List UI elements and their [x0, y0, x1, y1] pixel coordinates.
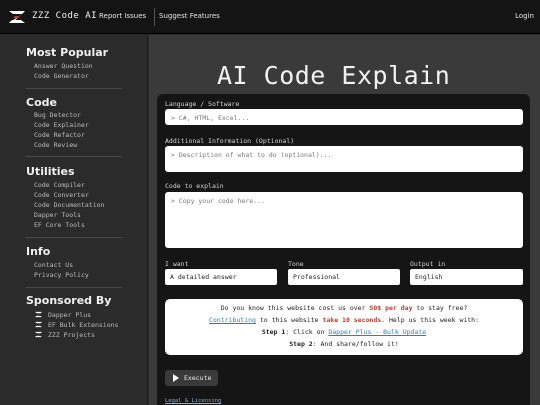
sidebar-item-privacy-policy[interactable]: Privacy Policy [34, 271, 89, 279]
execute-label: Execute [184, 374, 212, 382]
top-navbar: ZZZ Code AI Report Issues Suggest Featur… [0, 0, 540, 34]
dapper-plus-bulk-update-link[interactable]: Dapper Plus - Bulk Update [328, 328, 426, 336]
notice-line-4: Step 2: And share/follow it! [289, 340, 399, 348]
notice-line-1: Do you know this website cost us over 50… [220, 304, 468, 312]
language-input[interactable]: > C#, HTML, Excel... [165, 109, 523, 125]
sidebar-item-code-review[interactable]: Code Review [34, 141, 77, 149]
legal-licensing-link[interactable]: Legal & Licensing [165, 398, 221, 404]
section-title-code: Code [26, 96, 57, 109]
want-select[interactable]: A detailed answer [165, 269, 277, 285]
nav-divider [154, 8, 155, 26]
sidebar-item-code-generator[interactable]: Code Generator [34, 72, 89, 80]
main-content: AI Code Explain Language / Software > C#… [149, 35, 540, 405]
sidebar: Most Popular Answer Question Code Genera… [0, 35, 148, 405]
sponsor-ef-bulk-extensions[interactable]: EF Bulk Extensions [48, 321, 118, 329]
login-link[interactable]: Login [515, 12, 534, 20]
zzz-logo-icon [35, 321, 42, 328]
zzz-logo-icon [35, 311, 42, 318]
zzz-logo-icon [35, 331, 42, 338]
sidebar-item-code-converter[interactable]: Code Converter [34, 191, 89, 199]
sponsor-dapper-plus[interactable]: Dapper Plus [48, 311, 91, 319]
sidebar-item-code-refactor[interactable]: Code Refactor [34, 131, 85, 139]
sidebar-item-contact-us[interactable]: Contact Us [34, 261, 73, 269]
output-select[interactable]: English [410, 269, 523, 285]
sponsor-zzz-projects[interactable]: ZZZ Projects [48, 331, 95, 339]
sidebar-item-code-compiler[interactable]: Code Compiler [34, 181, 85, 189]
play-icon [173, 374, 179, 382]
tone-select[interactable]: Professional [288, 269, 400, 285]
code-textarea[interactable]: > Copy your code here... [165, 192, 523, 248]
section-divider [26, 88, 122, 89]
sidebar-item-dapper-tools[interactable]: Dapper Tools [34, 211, 81, 219]
nav-report-issues[interactable]: Report Issues [99, 12, 146, 20]
output-label: Output in [410, 260, 446, 268]
code-label: Code to explain [165, 182, 224, 190]
section-title-utilities: Utilities [26, 165, 75, 178]
page-title: AI Code Explain [217, 61, 451, 90]
notice-line-3: Step 1: Click on Dapper Plus - Bulk Upda… [261, 328, 427, 336]
sidebar-item-code-explainer[interactable]: Code Explainer [34, 121, 89, 129]
contributing-link[interactable]: Contributing [209, 316, 256, 324]
section-divider [26, 237, 122, 238]
nav-suggest-features[interactable]: Suggest Features [159, 12, 220, 20]
tone-label: Tone [288, 260, 304, 268]
want-label: I want [165, 260, 189, 268]
additional-info-label: Additional Information (Optional) [165, 137, 295, 145]
donation-notice: Do you know this website cost us over 50… [165, 299, 523, 355]
section-title-sponsored: Sponsored By [26, 294, 112, 307]
form-panel: Language / Software > C#, HTML, Excel...… [157, 94, 530, 405]
section-title-info: Info [26, 245, 51, 258]
sidebar-item-ef-core-tools[interactable]: EF Core Tools [34, 221, 85, 229]
sidebar-item-bug-detector[interactable]: Bug Detector [34, 111, 81, 119]
execute-button[interactable]: Execute [165, 370, 218, 386]
sidebar-item-code-documentation[interactable]: Code Documentation [34, 201, 104, 209]
section-divider [26, 287, 122, 288]
section-divider [26, 156, 122, 157]
brand-name[interactable]: ZZZ Code AI [32, 11, 97, 21]
notice-line-2: Contributing to this website take 10 sec… [208, 316, 480, 324]
zzz-logo-icon[interactable] [8, 9, 26, 25]
section-title-most-popular: Most Popular [26, 46, 109, 59]
language-label: Language / Software [165, 100, 240, 108]
sidebar-item-answer-question[interactable]: Answer Question [34, 62, 93, 70]
additional-info-textarea[interactable]: > Description of what to do (optional)..… [165, 146, 523, 172]
